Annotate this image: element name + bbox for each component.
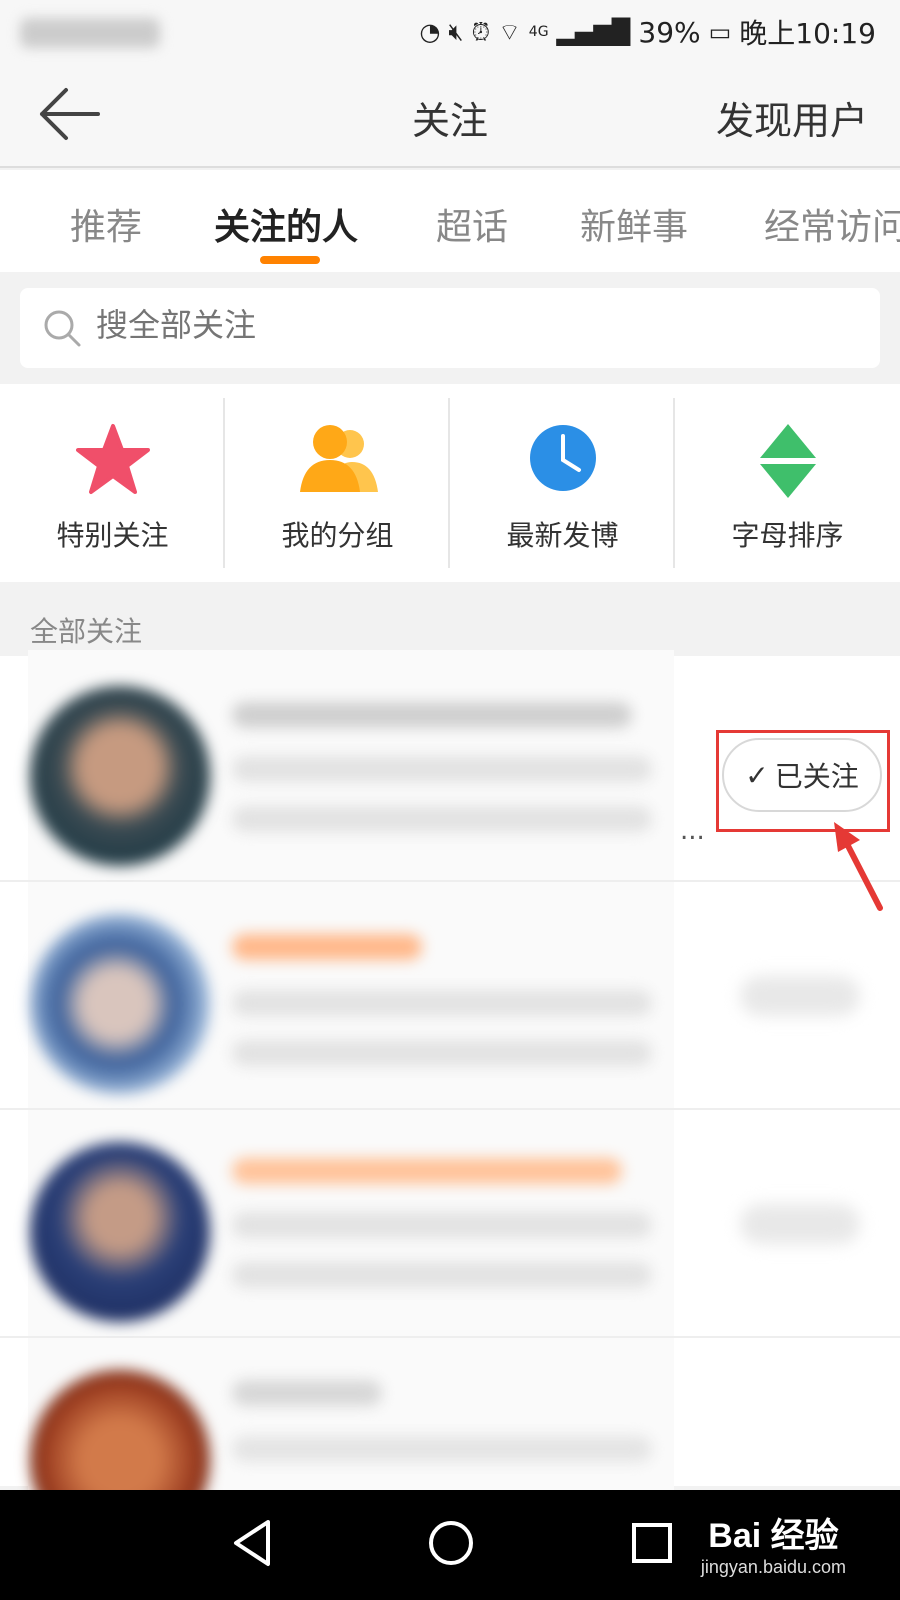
search-box[interactable] (20, 288, 880, 368)
list-item[interactable] (0, 884, 900, 1110)
username-blurred (232, 934, 422, 960)
avatar (30, 914, 210, 1094)
search-input[interactable] (96, 306, 796, 344)
watermark-logo: Bai 经验 (708, 1517, 839, 1555)
tab-super-topic[interactable]: 超话 (436, 198, 508, 250)
status-bar: ◔ 🔇︎ ⏰︎ ⌔ 4G ▂▄▆█ 39% ▭ 晚上10:19 (0, 0, 900, 62)
carrier-name-blurred (20, 18, 160, 48)
group-icon (299, 425, 378, 492)
shortcut-label: 最新发博 (506, 519, 619, 552)
tab-following[interactable]: 关注的人 (214, 198, 358, 250)
list-item[interactable] (0, 1112, 900, 1338)
signal-icon: ▂▄▆█ (556, 18, 631, 46)
category-tabs: 推荐 关注的人 超话 新鲜事 经常访问 (0, 170, 900, 272)
star-icon (75, 424, 150, 494)
top-nav-bar: 关注 发现用户 (0, 62, 900, 168)
clock-icon (529, 425, 596, 491)
section-header: 全部关注 (30, 615, 143, 648)
shortcut-label: 字母排序 (731, 519, 844, 552)
shortcut-label: 特别关注 (56, 519, 169, 552)
annotation-highlight-box (716, 730, 890, 832)
active-tab-indicator (260, 256, 320, 264)
search-icon (44, 310, 81, 347)
shortcut-alphabetical[interactable]: 字母排序 (675, 384, 900, 582)
bio-blurred (232, 756, 652, 782)
sort-icon (759, 424, 816, 498)
mute-icon: 🔇︎ (448, 18, 464, 46)
nav-home-icon[interactable] (428, 1518, 474, 1568)
shortcut-latest-posts[interactable]: 最新发博 (450, 384, 675, 582)
search-section (0, 272, 900, 384)
status-icons: ◔ 🔇︎ ⏰︎ ⌔ 4G ▂▄▆█ 39% ▭ 晚上10:19 (419, 12, 876, 52)
tab-recommend[interactable]: 推荐 (70, 198, 142, 250)
shortcut-grid: 特别关注 我的分组 最新发博 字母排序 (0, 384, 900, 582)
bio-blurred (232, 1436, 652, 1462)
follow-button-blurred[interactable] (740, 976, 860, 1016)
wifi-icon: ⌔ (498, 18, 521, 46)
network-type: 4G (528, 24, 549, 40)
follow-button-blurred[interactable] (740, 1204, 860, 1244)
shortcut-special-follow[interactable]: 特别关注 (0, 384, 225, 582)
more-ellipsis: ... (680, 816, 705, 846)
battery-percent: 39% (638, 15, 701, 49)
data-saver-icon: ◔ (419, 18, 441, 46)
bio-blurred (232, 990, 652, 1016)
watermark: Bai 经验 jingyan.baidu.com (701, 1508, 846, 1578)
battery-icon: ▭ (708, 18, 732, 46)
bio-blurred (232, 1262, 652, 1288)
avatar (30, 686, 210, 866)
bio-blurred (232, 806, 652, 832)
nav-recents-icon[interactable] (630, 1518, 674, 1568)
watermark-url: jingyan.baidu.com (700, 1557, 846, 1577)
avatar (30, 1142, 210, 1322)
alarm-icon: ⏰︎ (471, 18, 491, 46)
username-blurred (232, 1158, 622, 1184)
shortcut-label: 我的分组 (281, 519, 394, 552)
bio-blurred (232, 1212, 652, 1238)
bio-blurred (232, 1040, 652, 1066)
tab-news[interactable]: 新鲜事 (580, 198, 688, 250)
annotation-arrow-icon (834, 822, 883, 911)
username-blurred (232, 1380, 382, 1406)
tab-frequent[interactable]: 经常访问 (764, 198, 900, 250)
username-blurred (232, 702, 632, 728)
system-nav-bar: Bai 经验 jingyan.baidu.com (0, 1490, 900, 1600)
nav-back-icon[interactable] (230, 1518, 274, 1568)
shortcut-my-groups[interactable]: 我的分组 (225, 384, 450, 582)
clock-time: 晚上10:19 (739, 17, 876, 50)
discover-users-link[interactable]: 发现用户 (716, 90, 868, 145)
